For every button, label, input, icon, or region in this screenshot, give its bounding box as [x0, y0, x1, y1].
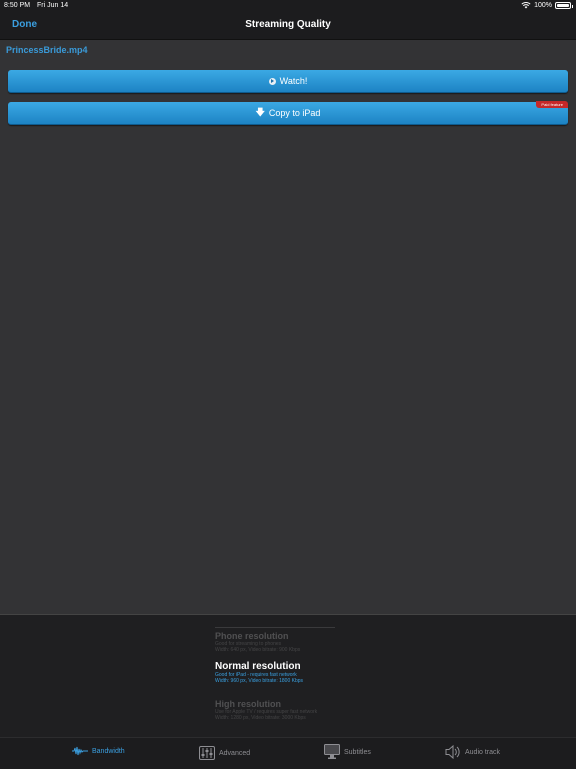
download-icon: 🡇 — [255, 107, 265, 117]
battery-icon — [555, 1, 573, 9]
waveform-icon — [72, 746, 88, 756]
tab-audio-track[interactable]: Audio track — [445, 744, 500, 760]
nav-bar: Done Streaming Quality — [0, 12, 576, 40]
picker-option-high[interactable]: High resolution Use for Apple TV / requi… — [215, 699, 317, 721]
copy-button-label: Copy to iPad — [268, 108, 321, 118]
monitor-icon — [324, 744, 340, 759]
sliders-icon — [199, 746, 215, 760]
tab-subtitles[interactable]: Subtitles — [324, 744, 371, 760]
tab-label: Audio track — [465, 748, 501, 756]
battery-percent: 100% — [534, 1, 552, 9]
picker-divider — [215, 627, 335, 628]
picker-option-normal[interactable]: Normal resolution Good for iPad - requir… — [215, 661, 303, 684]
option-desc: Width: 1280 px, Video bitrate: 3000 Kbps — [215, 715, 306, 721]
option-desc: Width: 960 px, Video bitrate: 1800 Kbps — [215, 678, 304, 684]
tab-bandwidth[interactable]: Bandwidth — [72, 746, 125, 756]
option-title: Phone resolution — [215, 631, 289, 641]
status-bar: 8:50 PM Fri Jun 14 100% — [0, 0, 576, 12]
watch-button[interactable]: Watch! — [8, 70, 568, 93]
status-indicators: 100% — [521, 1, 573, 9]
status-time: 8:50 PM — [4, 2, 31, 9]
page-title: Streaming Quality — [245, 19, 331, 30]
option-title: Normal resolution — [215, 661, 301, 672]
option-desc: Width: 640 px, Video bitrate: 900 Kbps — [215, 647, 301, 653]
status-date: Fri Jun 14 — [37, 2, 69, 9]
wifi-icon — [521, 2, 531, 9]
tab-label: Subtitles — [344, 748, 371, 756]
tab-label: Advanced — [219, 749, 251, 757]
picker-option-phone[interactable]: Phone resolution Good for streaming to p… — [215, 631, 300, 653]
copy-to-ipad-button[interactable]: 🡇 Copy to iPad Paid feature — [8, 101, 568, 125]
resolution-picker[interactable]: Phone resolution Good for streaming to p… — [0, 614, 576, 737]
play-icon — [268, 77, 276, 85]
tab-advanced[interactable]: Advanced — [199, 746, 250, 760]
option-title: High resolution — [215, 699, 281, 709]
file-name: PrincessBride.mp4 — [6, 45, 88, 55]
tab-bar: Bandwidth Advanced Subtitles Audio track — [0, 737, 576, 769]
watch-button-label: Watch! — [279, 76, 308, 86]
tab-label: Bandwidth — [92, 747, 125, 755]
speaker-icon — [445, 744, 460, 760]
paid-feature-badge: Paid feature — [536, 101, 568, 108]
